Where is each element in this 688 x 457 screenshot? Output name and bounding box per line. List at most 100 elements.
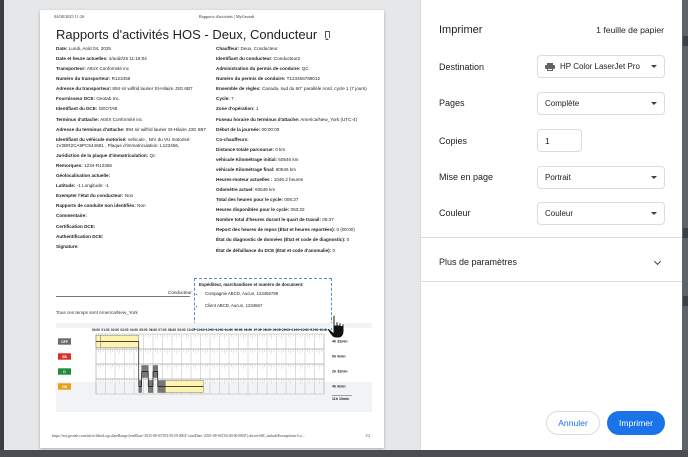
hour-label: 17:00 (253, 328, 261, 332)
detail-key: Latitude: (56, 183, 76, 189)
hour-label: 20:00 (282, 328, 290, 332)
detail-row: Rapports de conduite non identifiés: Non (56, 203, 210, 209)
shipper-list: Compagnie ABCD, Aucun, 123456789 Client … (205, 291, 327, 308)
detail-value: GEOTAB (97, 106, 118, 112)
detail-key: Fuseau horaire du terminus d'attache: (216, 116, 300, 122)
status-total: 4h 6min (332, 385, 346, 389)
detail-key: Numéro du transporteur: (56, 76, 111, 82)
detail-key: Total des heures pour le cycle: (216, 197, 284, 203)
detail-key: Date et heure actuelles: (56, 56, 108, 62)
report-details-left: Date: Lundi, Août 04, 2025 Date et heure … (56, 46, 216, 258)
detail-key: État de défaillance du DCE (État et code… (216, 247, 332, 253)
detail-value: Canada, sud du 60° parallèle nord, cycle… (260, 86, 367, 92)
detail-key: Exempter l'état du conducteur: (56, 193, 124, 199)
detail-value: Non (135, 203, 146, 209)
detail-key: Fournisseur DCE: (56, 96, 96, 102)
print-dialog-title: Imprimer (439, 24, 483, 36)
detail-key: Identifiant du DCE: (56, 106, 98, 112)
detail-row: Date et heure actuelles: 4/août/25 11:18… (56, 56, 210, 62)
window-edge-right (682, 0, 688, 450)
page-header: 04/08/2025 11:26 Rapports d'activités | … (54, 14, 370, 19)
hour-label: 21:00 (291, 328, 299, 332)
detail-row: Signature: (56, 244, 210, 250)
detail-row: Heures-moteur actuelles : 1046.2 heures (216, 177, 370, 183)
hour-label: 07:00 (158, 328, 166, 332)
detail-value: Lundi, Août 04, 2025 (67, 46, 111, 51)
layout-value: Portrait (545, 173, 571, 182)
layout-select[interactable]: Portrait (537, 166, 665, 189)
detail-value: 0 (00:00) (335, 227, 355, 233)
detail-row: Co-chauffeurs: (216, 137, 370, 143)
page-footer-url: https://my.geotab.com/attrix/#hosLogs,da… (52, 434, 306, 438)
window-edge-bottom (0, 450, 688, 457)
status-total: 0h 0min (332, 355, 346, 359)
chevron-down-icon (651, 176, 657, 179)
report-details-right: Chauffeur: Deux, Conducteur Identifiant d… (216, 46, 376, 258)
detail-row: véhicule Kilométrage initial: 60546 km (216, 157, 370, 163)
detail-key: véhicule Kilométrage initial: (216, 156, 278, 162)
detail-row: Certification DCE: (56, 224, 210, 230)
layout-label: Mise en page (439, 172, 494, 182)
detail-key: Numéro du permis de conduire: (216, 76, 286, 82)
bookmark-icon (325, 31, 331, 40)
destination-select[interactable]: HP Color LaserJet Pro (537, 55, 665, 78)
hour-label: 14:00 (225, 328, 233, 332)
detail-row: Numéro du permis de conduire: T123456789… (216, 76, 370, 82)
chevron-down-icon (651, 212, 657, 215)
detail-value: 60546 km (274, 166, 296, 172)
shipper-title: Expéditeur, marchandises et numéro de do… (199, 282, 304, 287)
status-badge-label: OFF (61, 340, 68, 344)
detail-value: 1046.2 heures (272, 177, 304, 183)
detail-key: Adresse du transporteur: (56, 86, 112, 92)
grand-total: 11h 10min (332, 397, 349, 401)
detail-key: Odomètre actuel: (216, 187, 254, 193)
detail-row: Adresse du transporteur: 894 sir wilfrid… (56, 86, 210, 92)
more-settings-toggle[interactable]: Plus de paramètres (439, 257, 517, 267)
copies-input[interactable]: 1 (537, 129, 582, 152)
detail-key: Juridiction de la plaque d'immatriculati… (56, 152, 149, 158)
detail-row: véhicule Kilométrage final: 60546 km (216, 167, 370, 173)
window-edge-left (0, 0, 4, 457)
color-select[interactable]: Couleur (537, 202, 665, 225)
shipper-item: Compagnie ABCD, Aucun, 123456789 (205, 291, 327, 296)
print-button[interactable]: Imprimer (607, 411, 665, 435)
detail-row: Terminus d'attache: AttriX Conformité in… (56, 117, 210, 123)
detail-value: 7 (229, 96, 234, 102)
detail-row: Report des heures de repos (État et heur… (216, 227, 370, 233)
destination-label: Destination (439, 62, 485, 72)
detail-key: Heures-moteur actuelles : (216, 177, 273, 183)
cancel-button[interactable]: Annuler (546, 411, 600, 435)
detail-key: État du diagnostic de données (État et c… (216, 237, 346, 243)
status-badge-label: ON (62, 385, 68, 389)
report-title: Rapports d'activités HOS - Deux, Conduct… (56, 27, 331, 42)
status-total: 2h 32min (332, 370, 348, 374)
copies-label: Copies (439, 136, 468, 146)
detail-key: véhicule Kilométrage final: (216, 166, 275, 172)
detail-value: 0 (331, 247, 336, 253)
chevron-down-icon[interactable] (653, 257, 662, 266)
detail-key: Début de la journée: (216, 126, 261, 132)
detail-value: 894 sir wilfrid laurier St-Hilaire J3G 6… (124, 126, 206, 132)
shipper-item: Client ABCD, Aucun, 1234567 (205, 303, 327, 308)
signature-name: Conducteur (168, 290, 192, 295)
detail-value: 00:00:00 (260, 126, 280, 132)
pages-label: Pages (439, 98, 465, 108)
detail-row: Adresse du terminus d'attache: 894 sir w… (56, 127, 210, 133)
detail-row: Latitude: -1 Longitude: -1 (56, 183, 210, 189)
detail-row: Exempter l'état du conducteur: Non (56, 193, 210, 199)
page-header-spacer (369, 14, 370, 19)
hour-label: 18:00 (263, 328, 271, 332)
detail-row: Nombre total d'heures durant le quart de… (216, 217, 370, 223)
detail-value: Qc (148, 152, 156, 158)
detail-key: Signature: (56, 243, 79, 249)
detail-row: Fuseau horaire du terminus d'attache: Am… (216, 117, 370, 123)
detail-row: Identifiant du conducteur: Conducteur2 (216, 56, 370, 62)
detail-value: -1 Longitude: -1 (75, 183, 109, 189)
report-details: Date: Lundi, Août 04, 2025 Date et heure … (56, 46, 376, 258)
page-footer: https://my.geotab.com/attrix/#hosLogs,da… (52, 434, 370, 438)
pages-select[interactable]: Complète (537, 92, 665, 115)
detail-value: 06:37 (320, 217, 334, 223)
hour-label: 11:00 (197, 328, 205, 332)
detail-key: Cycle: (216, 96, 230, 102)
detail-value: America/New_York (UTC-4) (299, 116, 358, 122)
